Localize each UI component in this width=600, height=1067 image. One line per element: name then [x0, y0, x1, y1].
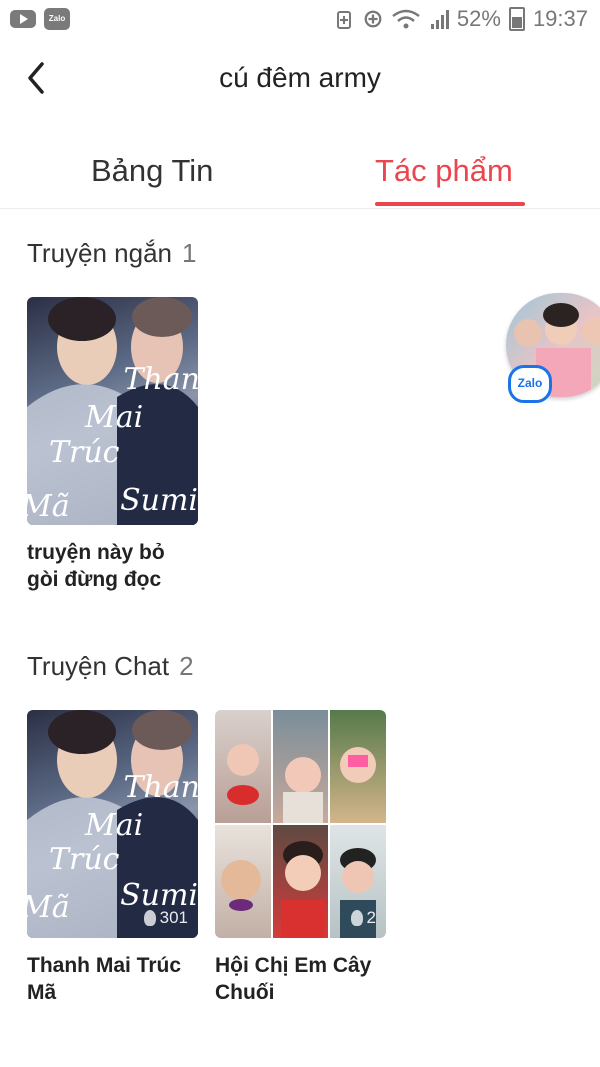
overlay-text: Than [123, 770, 198, 805]
view-count: 2 [350, 908, 376, 928]
section-heading-chat-stories: Truyện Chat 2 [27, 651, 194, 682]
tab-bang-tin[interactable]: Bảng Tin [91, 153, 213, 189]
tab-tac-pham[interactable]: Tác phẩm [375, 153, 513, 189]
flame-icon [143, 910, 156, 926]
battery-icon [508, 7, 525, 31]
story-title[interactable]: truyện này bỏ gòi đừng đọc [27, 539, 198, 593]
wifi-icon [392, 9, 420, 29]
app-header: cú đêm army [0, 48, 600, 108]
view-count-value: 2 [366, 908, 376, 927]
page-title: cú đêm army [219, 62, 381, 93]
overlay-text: Sumi [120, 483, 198, 518]
story-cover[interactable]: 2 [215, 710, 386, 938]
section-count: 1 [182, 238, 197, 268]
section-count: 2 [179, 651, 194, 681]
battery-percent: 52% [456, 6, 501, 31]
story-cover[interactable]: Than Mai Trúc Mã Sumi [27, 297, 198, 525]
story-card[interactable]: Than Mai Trúc Mã Sumi truyện này bỏ gòi … [27, 297, 198, 593]
view-count-value: 301 [159, 908, 188, 927]
overlay-text: Trúc [49, 435, 120, 470]
overlay-text: Mai [85, 808, 144, 843]
collage-photo [215, 710, 271, 823]
active-tab-indicator [375, 202, 525, 206]
section-title: Truyện ngắn [27, 238, 173, 268]
story-cover[interactable]: Than Mai Trúc Mã Sumi 301 [27, 710, 198, 938]
collage-photo [215, 825, 271, 938]
chat-story-card[interactable]: 2 Hội Chị Em Cây Chuối [215, 710, 386, 1006]
overlay-text: Than [123, 362, 198, 397]
overlay-text: Mai [85, 400, 144, 435]
overlay-text: Mã [27, 890, 70, 925]
photo-collage [215, 710, 386, 938]
signal-icon [430, 10, 449, 29]
view-count: 301 [143, 908, 188, 928]
collage-photo [272, 710, 329, 823]
zalo-icon: Zalo [44, 8, 70, 30]
youtube-icon [10, 10, 36, 28]
status-bar: Zalo 52% 19:37 [0, 0, 600, 40]
story-title[interactable]: Thanh Mai Trúc Mã [27, 952, 198, 1006]
section-title: Truyện Chat [27, 651, 170, 681]
collage-photo [272, 825, 329, 938]
data-saver-icon [336, 11, 351, 29]
collage-photo [330, 710, 386, 823]
clock: 19:37 [532, 6, 588, 31]
overlay-text: Trúc [49, 842, 120, 877]
overlay-text: Mã [27, 489, 70, 524]
chat-story-card[interactable]: Than Mai Trúc Mã Sumi 301 Thanh Mai Trúc… [27, 710, 198, 1006]
section-heading-short-stories: Truyện ngắn 1 [27, 238, 197, 269]
tab-bar: Bảng Tin Tác phẩm [0, 145, 600, 209]
zalo-badge-icon: Zalo [508, 365, 552, 403]
story-title[interactable]: Hội Chị Em Cây Chuối [215, 952, 386, 1006]
flame-icon [350, 910, 363, 926]
sync-icon [364, 10, 382, 28]
